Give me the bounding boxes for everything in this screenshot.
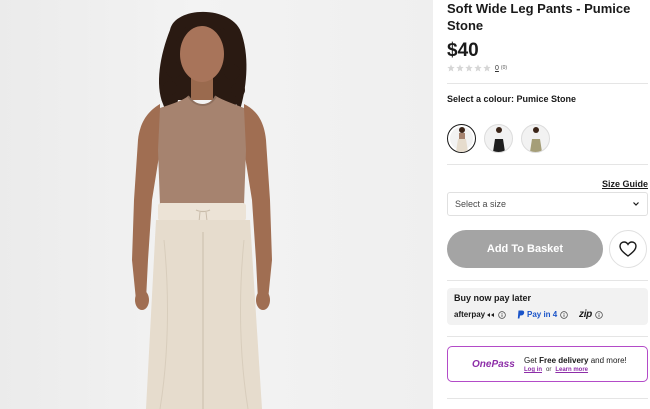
divider — [447, 280, 648, 281]
divider — [447, 398, 648, 399]
onepass-text-bold: Free delivery — [539, 356, 589, 365]
divider — [447, 83, 648, 84]
info-icon[interactable] — [498, 310, 506, 319]
paypal-label: Pay in 4 — [527, 310, 558, 319]
product-photo — [132, 11, 272, 409]
rating-count-paren: (0) — [500, 65, 508, 71]
afterpay-arrows-icon — [487, 312, 495, 317]
onepass-links: Log in or Learn more — [524, 367, 627, 373]
divider — [447, 164, 648, 165]
swatch-pumice-stone[interactable] — [447, 124, 476, 153]
size-select-placeholder: Select a size — [455, 199, 507, 209]
swatch-thumbnail — [529, 127, 542, 152]
size-select[interactable]: Select a size — [447, 192, 648, 216]
swatch-thumbnail — [492, 127, 505, 152]
swatch-black[interactable] — [484, 124, 513, 153]
bnpl-title: Buy now pay later — [454, 293, 532, 303]
star-icon — [483, 64, 491, 72]
rating[interactable]: 0 (0) — [447, 64, 507, 72]
rating-count-link[interactable]: 0 — [495, 65, 499, 72]
star-icon — [456, 64, 464, 72]
onepass-logo: OnePass — [472, 358, 515, 370]
zip-logo: zip — [579, 309, 592, 320]
onepass-text-prefix: Get — [524, 356, 540, 365]
afterpay-option[interactable]: afterpay — [454, 310, 517, 319]
bnpl-options: afterpay Pay in 4 zip — [454, 309, 641, 320]
swatch-olive[interactable] — [521, 124, 550, 153]
onepass-banner: OnePass Get Free delivery and more! Log … — [447, 346, 648, 382]
product-image[interactable] — [0, 0, 433, 409]
zip-option[interactable]: zip — [579, 309, 603, 320]
wishlist-button[interactable] — [609, 230, 647, 268]
chevron-down-icon — [633, 202, 639, 206]
onepass-or: or — [546, 367, 552, 373]
add-to-basket-button[interactable]: Add To Basket — [447, 230, 603, 268]
paypal-pay-in-4-option[interactable]: Pay in 4 — [517, 310, 579, 319]
divider — [447, 336, 648, 337]
onepass-login-link[interactable]: Log in — [524, 367, 542, 373]
star-icon — [447, 64, 455, 72]
star-icon — [474, 64, 482, 72]
onepass-copy: Get Free delivery and more! Log in or Lear… — [524, 355, 627, 373]
onepass-message: Get Free delivery and more! — [524, 355, 627, 367]
rating-stars — [447, 64, 491, 72]
paypal-icon — [517, 310, 525, 319]
colour-swatches — [447, 124, 550, 153]
buy-now-pay-later-box: Buy now pay later afterpay Pay in 4 zip — [447, 288, 648, 325]
info-icon[interactable] — [560, 310, 568, 319]
swatch-thumbnail — [455, 127, 468, 152]
star-icon — [465, 64, 473, 72]
product-price: $40 — [447, 40, 479, 61]
onepass-text-suffix: and more! — [588, 356, 627, 365]
info-icon[interactable] — [595, 310, 603, 319]
colour-label: Select a colour: Pumice Stone — [447, 94, 577, 104]
onepass-learn-more-link[interactable]: Learn more — [555, 367, 588, 373]
size-guide-link[interactable]: Size Guide — [602, 179, 648, 189]
product-title: Soft Wide Leg Pants - Pumice Stone — [447, 1, 631, 33]
afterpay-logo: afterpay — [454, 310, 486, 319]
heart-icon — [619, 241, 637, 257]
